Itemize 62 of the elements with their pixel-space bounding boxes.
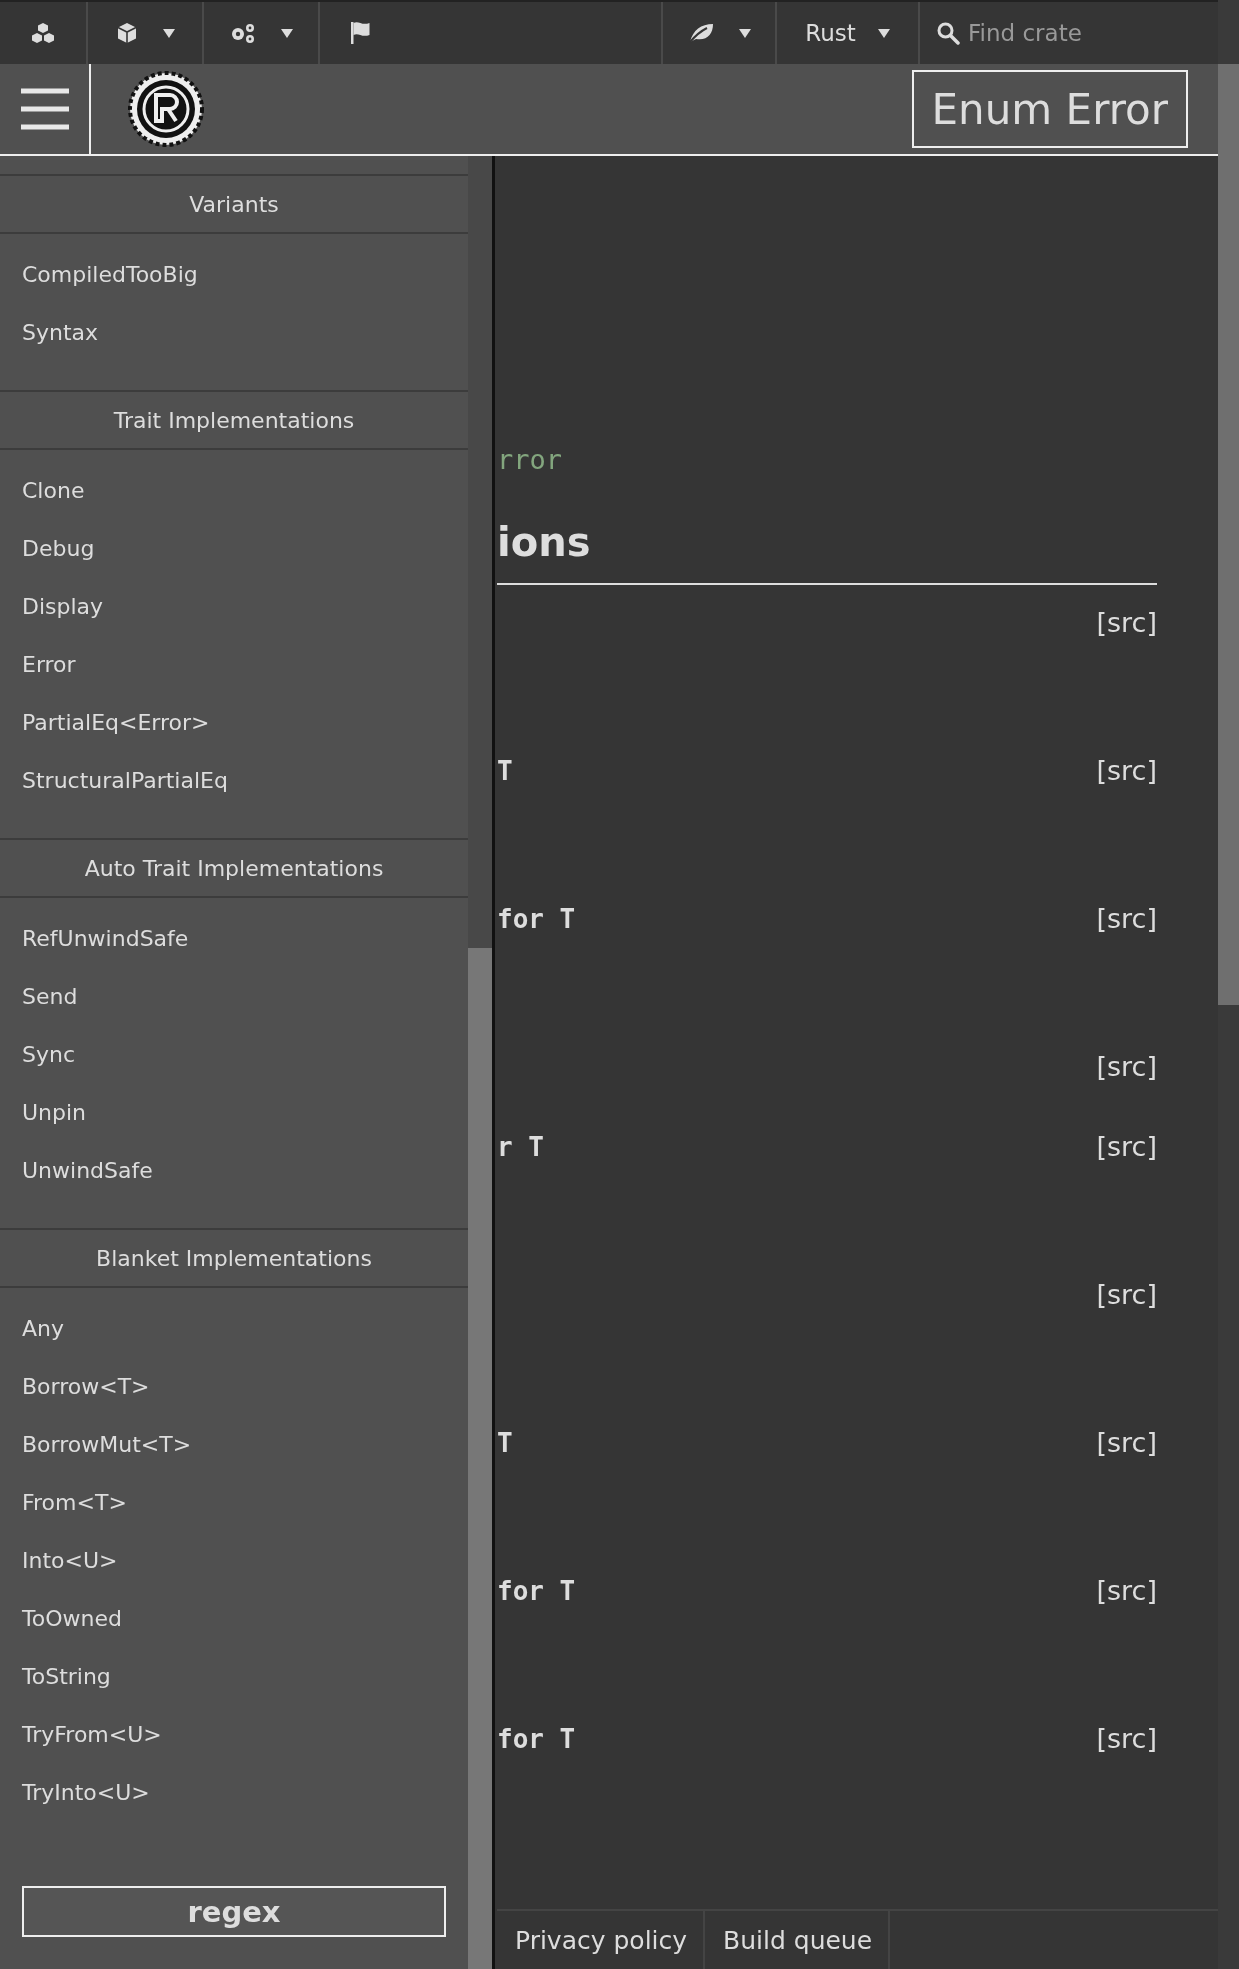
sidebar-link[interactable]: ToString	[22, 1647, 111, 1705]
source-link[interactable]: [src]	[1096, 1423, 1157, 1463]
sidebar-link[interactable]: ToOwned	[22, 1589, 122, 1647]
leaf-icon	[687, 22, 715, 44]
gear-logo-icon	[128, 71, 204, 147]
footer-link[interactable]: Build queue	[705, 1911, 891, 1969]
caret-icon	[163, 28, 175, 38]
sidebar-section-heading: Blanket Implementations	[0, 1228, 468, 1288]
source-link[interactable]: [src]	[1096, 1719, 1157, 1759]
sidebar-link[interactable]: Debug	[22, 519, 95, 577]
cubes-icon	[31, 22, 55, 44]
sidebar-link[interactable]: CompiledTooBig	[22, 245, 198, 303]
sidebar-link[interactable]: TryInto<U>	[22, 1763, 150, 1821]
crate-button[interactable]: regex	[22, 1886, 446, 1937]
cube-icon	[115, 21, 139, 45]
sidebar-link[interactable]: PartialEq<Error>	[22, 693, 210, 751]
sidebar-link[interactable]: StructuralPartialEq	[22, 751, 228, 809]
sidebar-link[interactable]: Send	[22, 967, 78, 1025]
scrollbar-thumb[interactable]	[468, 948, 492, 1969]
flag-icon	[349, 21, 371, 45]
caret-icon	[877, 28, 890, 38]
source-link[interactable]: [src]	[1096, 1275, 1157, 1315]
sidebar-section-heading: Auto Trait Implementations	[0, 838, 468, 898]
source-link[interactable]: [src]	[1096, 1047, 1157, 1087]
impl-signature: for T	[497, 1575, 576, 1608]
source-link[interactable]: [src]	[1096, 1127, 1157, 1167]
sidebar-section-heading: Trait Implementations	[0, 390, 468, 450]
scrollbar-thumb[interactable]	[1218, 64, 1239, 1005]
sidebar-link[interactable]: Syntax	[22, 303, 99, 361]
caret-icon	[739, 28, 751, 38]
sidebar-link[interactable]: Into<U>	[22, 1531, 118, 1589]
footer-link[interactable]: Privacy policy	[497, 1911, 706, 1969]
impl-signature: for T	[497, 1723, 576, 1756]
impl-signature: r T	[497, 1131, 544, 1164]
gears-icon	[229, 22, 257, 44]
impl-signature: T	[497, 1427, 513, 1460]
source-link[interactable]: [src]	[1096, 899, 1157, 939]
sidebar-link[interactable]: BorrowMut<T>	[22, 1415, 192, 1473]
sidebar-link[interactable]: Borrow<T>	[22, 1357, 150, 1415]
sidebar-link[interactable]: Sync	[22, 1025, 76, 1083]
source-link[interactable]: [src]	[1096, 751, 1157, 791]
sidebar-link[interactable]: Clone	[22, 461, 85, 519]
search-icon	[936, 21, 960, 45]
sidebar-link[interactable]: UnwindSafe	[22, 1141, 153, 1199]
sidebar-link[interactable]: Display	[22, 577, 104, 635]
sidebar-link[interactable]: Error	[22, 635, 76, 693]
sidebar-link[interactable]: From<T>	[22, 1473, 127, 1531]
sidebar-link[interactable]: Any	[22, 1299, 64, 1357]
search-field[interactable]: Find crate	[966, 19, 1210, 47]
sidebar-link[interactable]: RefUnwindSafe	[22, 909, 189, 967]
sidebar-section-heading: Variants	[0, 174, 468, 234]
menu-icon	[20, 88, 69, 130]
source-link[interactable]: [src]	[1096, 603, 1157, 643]
caret-icon	[281, 28, 293, 38]
impl-signature: T	[497, 755, 513, 788]
section-heading: ions	[497, 518, 591, 567]
sidebar-link[interactable]: Unpin	[22, 1083, 87, 1141]
page-title: Enum Error	[911, 70, 1188, 148]
source-link[interactable]: [src]	[1096, 1571, 1157, 1611]
sidebar-link[interactable]: TryFrom<U>	[22, 1705, 162, 1763]
code-text: rror	[497, 443, 564, 477]
impl-signature: for T	[497, 903, 576, 936]
